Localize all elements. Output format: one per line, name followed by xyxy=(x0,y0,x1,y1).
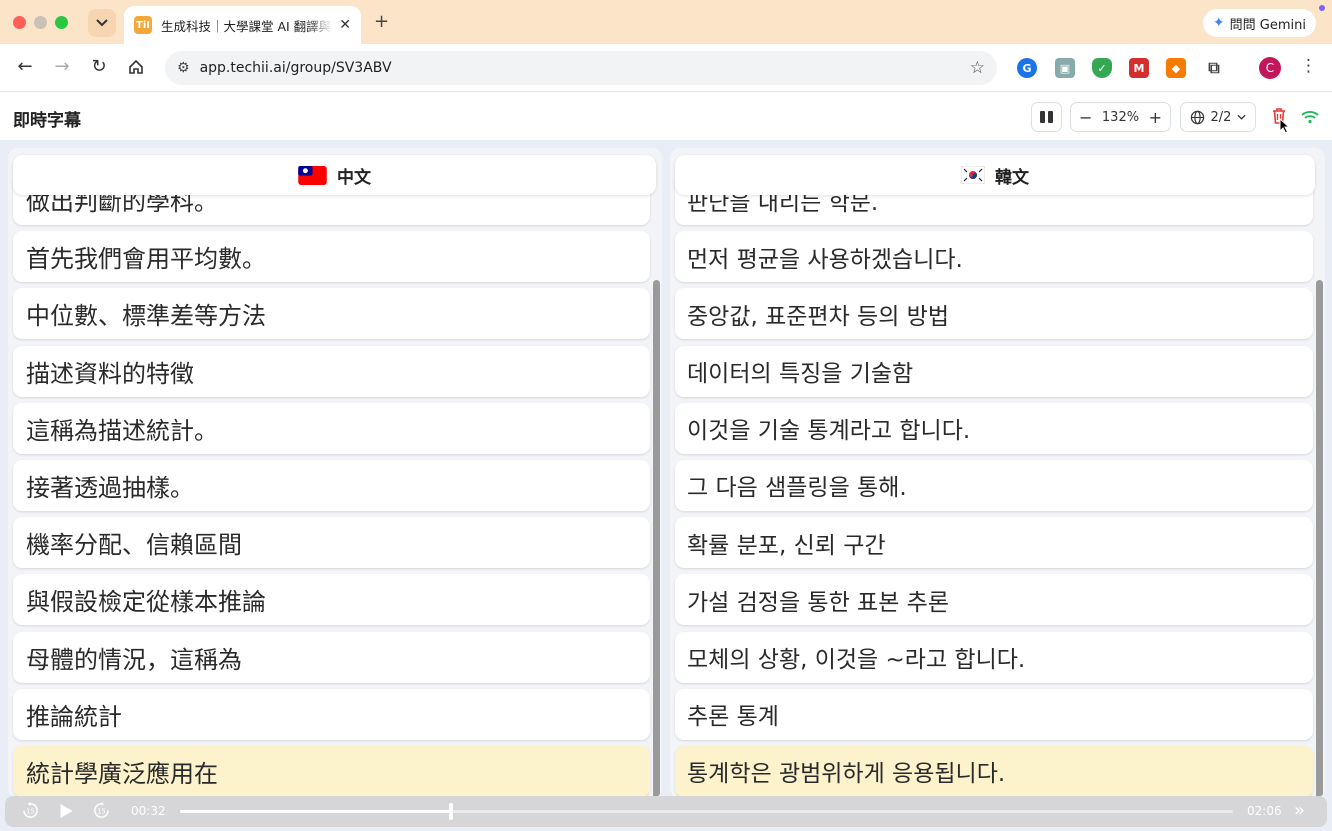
new-tab-button[interactable]: + xyxy=(374,11,389,32)
gemini-sparkle-icon: ✦ xyxy=(1212,15,1225,31)
speed-forward-icon[interactable]: » xyxy=(1294,800,1305,821)
scrollbar[interactable] xyxy=(653,280,660,798)
subtitle-line: 이것을 기술 통계라고 합니다. xyxy=(675,402,1313,454)
subtitle-line: 먼저 평균을 사용하겠습니다. xyxy=(675,231,1313,283)
red-extension-icon[interactable]: M xyxy=(1129,58,1149,78)
subtitle-line: 추론 통계 xyxy=(675,688,1313,740)
pause-button[interactable] xyxy=(1031,102,1062,132)
panel-header-chinese: 中文 xyxy=(13,155,656,195)
browser-tab-strip: TiI 生成科技｜大學課堂 AI 翻譯與字幕 ✕ + ✦ 問問 Gemini xyxy=(0,0,1332,44)
subtitle-line: 與假設檢定從樣本推論 xyxy=(13,574,650,626)
subtitle-line: 中位數、標準差等方法 xyxy=(13,288,650,340)
profile-avatar[interactable]: C xyxy=(1259,57,1281,79)
zoom-control: − 132% + xyxy=(1070,102,1171,132)
taiwan-flag-icon xyxy=(298,165,327,185)
subtitle-line-current: 통계학은 광범위하게 응용됩니다. xyxy=(675,745,1313,797)
browser-toolbar: ← → ↻ ⚙ app.techii.ai/group/SV3ABV ☆ G ▣… xyxy=(0,44,1332,92)
tab-search-button[interactable] xyxy=(88,9,116,37)
subtitle-line: 首先我們會用平均數。 xyxy=(13,231,650,283)
gemini-button[interactable]: ✦ 問問 Gemini xyxy=(1202,9,1316,37)
subtitle-line: 데이터의 특징을 기술함 xyxy=(675,345,1313,397)
back-arrow-icon[interactable]: ← xyxy=(13,56,37,77)
forward-15-icon[interactable]: 15 xyxy=(93,802,110,823)
subtitle-line-current: 統計學廣泛應用在 xyxy=(13,745,650,797)
reload-icon[interactable]: ↻ xyxy=(87,56,111,77)
subtitle-line: 확률 분포, 신뢰 구간 xyxy=(675,517,1313,569)
puzzle-extensions-icon[interactable]: ⧉ xyxy=(1204,58,1224,78)
language-selector[interactable]: 2/2 xyxy=(1180,102,1256,132)
duration: 02:06 xyxy=(1247,804,1282,818)
subtitle-list: 판단을 내리는 학문. 먼저 평균을 사용하겠습니다. 중앙값, 표준편차 등의… xyxy=(675,174,1313,798)
gemini-label: 問問 Gemini xyxy=(1229,17,1306,33)
subtitle-panel-korean: 판단을 내리는 학문. 먼저 평균을 사용하겠습니다. 중앙값, 표준편차 등의… xyxy=(670,148,1325,798)
mouse-cursor-icon xyxy=(1279,117,1291,138)
pause-icon xyxy=(1040,111,1053,123)
zoom-out-button[interactable]: − xyxy=(1079,108,1092,127)
svg-text:15: 15 xyxy=(26,807,34,815)
window-close-button[interactable] xyxy=(13,16,26,29)
subtitle-panel-chinese: 做出判斷的學科。 首先我們會用平均數。 中位數、標準差等方法 描述資料的特徵 這… xyxy=(8,148,662,798)
subtitle-line: 機率分配、信賴區間 xyxy=(13,517,650,569)
window-minimize-button[interactable] xyxy=(34,16,47,29)
subtitle-list: 做出判斷的學科。 首先我們會用平均數。 中位數、標準差等方法 描述資料的特徵 這… xyxy=(13,174,650,798)
site-settings-icon[interactable]: ⚙ xyxy=(177,60,190,76)
grammar-extension-icon[interactable]: G xyxy=(1017,58,1037,78)
subtitle-line: 중앙값, 표준편차 등의 방법 xyxy=(675,288,1313,340)
tab-title: 生成科技｜大學課堂 AI 翻譯與字幕 xyxy=(161,18,333,34)
subtitle-line: 가설 검정을 통한 표본 추론 xyxy=(675,574,1313,626)
bookmark-star-icon[interactable]: ☆ xyxy=(970,58,985,78)
subtitle-line: 母體的情況，這稱為 xyxy=(13,631,650,683)
panel-language-label: 中文 xyxy=(337,167,371,188)
audio-player-bar: 15 15 00:32 02:06 » xyxy=(5,796,1327,827)
current-time: 00:32 xyxy=(131,804,166,818)
panel-language-label: 韓文 xyxy=(995,167,1029,188)
tab-close-icon[interactable]: ✕ xyxy=(339,17,351,33)
seek-slider[interactable] xyxy=(180,803,1233,820)
globe-icon xyxy=(1190,110,1204,124)
subtitle-line: 推論統計 xyxy=(13,688,650,740)
fox-extension-icon[interactable]: ◆ xyxy=(1166,58,1186,78)
url-text: app.techii.ai/group/SV3ABV xyxy=(199,60,392,76)
address-bar[interactable]: ⚙ app.techii.ai/group/SV3ABV ☆ xyxy=(165,51,997,85)
play-button[interactable] xyxy=(59,803,74,823)
notification-dot xyxy=(1319,5,1325,11)
svg-text:15: 15 xyxy=(97,807,105,815)
browser-menu-icon[interactable]: ⋮ xyxy=(1300,56,1317,76)
app-header: 即時字幕 − 132% + 2/2 xyxy=(0,92,1332,140)
home-icon[interactable] xyxy=(124,56,148,80)
screen-extension-icon[interactable]: ▣ xyxy=(1055,58,1075,78)
subtitle-line: 모체의 상황, 이것을 ~라고 합니다. xyxy=(675,631,1313,683)
subtitle-line: 描述資料的特徵 xyxy=(13,345,650,397)
subtitle-line: 그 다음 샘플링을 통해. xyxy=(675,459,1313,511)
connection-status-icon xyxy=(1301,109,1319,128)
zoom-in-button[interactable]: + xyxy=(1149,108,1162,127)
subtitle-line: 這稱為描述統計。 xyxy=(13,402,650,454)
rewind-15-icon[interactable]: 15 xyxy=(22,802,39,823)
language-count: 2/2 xyxy=(1210,109,1232,125)
play-icon xyxy=(60,804,73,818)
shield-extension-icon[interactable]: ✓ xyxy=(1092,58,1112,78)
page-title: 即時字幕 xyxy=(13,111,81,131)
chevron-down-icon xyxy=(96,19,108,27)
scrollbar[interactable] xyxy=(1316,280,1323,798)
window-zoom-button[interactable] xyxy=(55,16,68,29)
korea-flag-icon xyxy=(961,166,985,184)
browser-tab-active[interactable]: TiI 生成科技｜大學課堂 AI 翻譯與字幕 ✕ xyxy=(124,6,361,44)
site-favicon-icon: TiI xyxy=(134,16,152,34)
chevron-down-icon xyxy=(1237,114,1247,120)
zoom-level: 132% xyxy=(1101,109,1140,125)
forward-arrow-icon[interactable]: → xyxy=(50,56,74,77)
seek-progress xyxy=(180,810,451,813)
seek-handle[interactable] xyxy=(448,803,453,820)
subtitle-line: 接著透過抽樣。 xyxy=(13,459,650,511)
panel-header-korean: 韓文 xyxy=(675,155,1315,195)
